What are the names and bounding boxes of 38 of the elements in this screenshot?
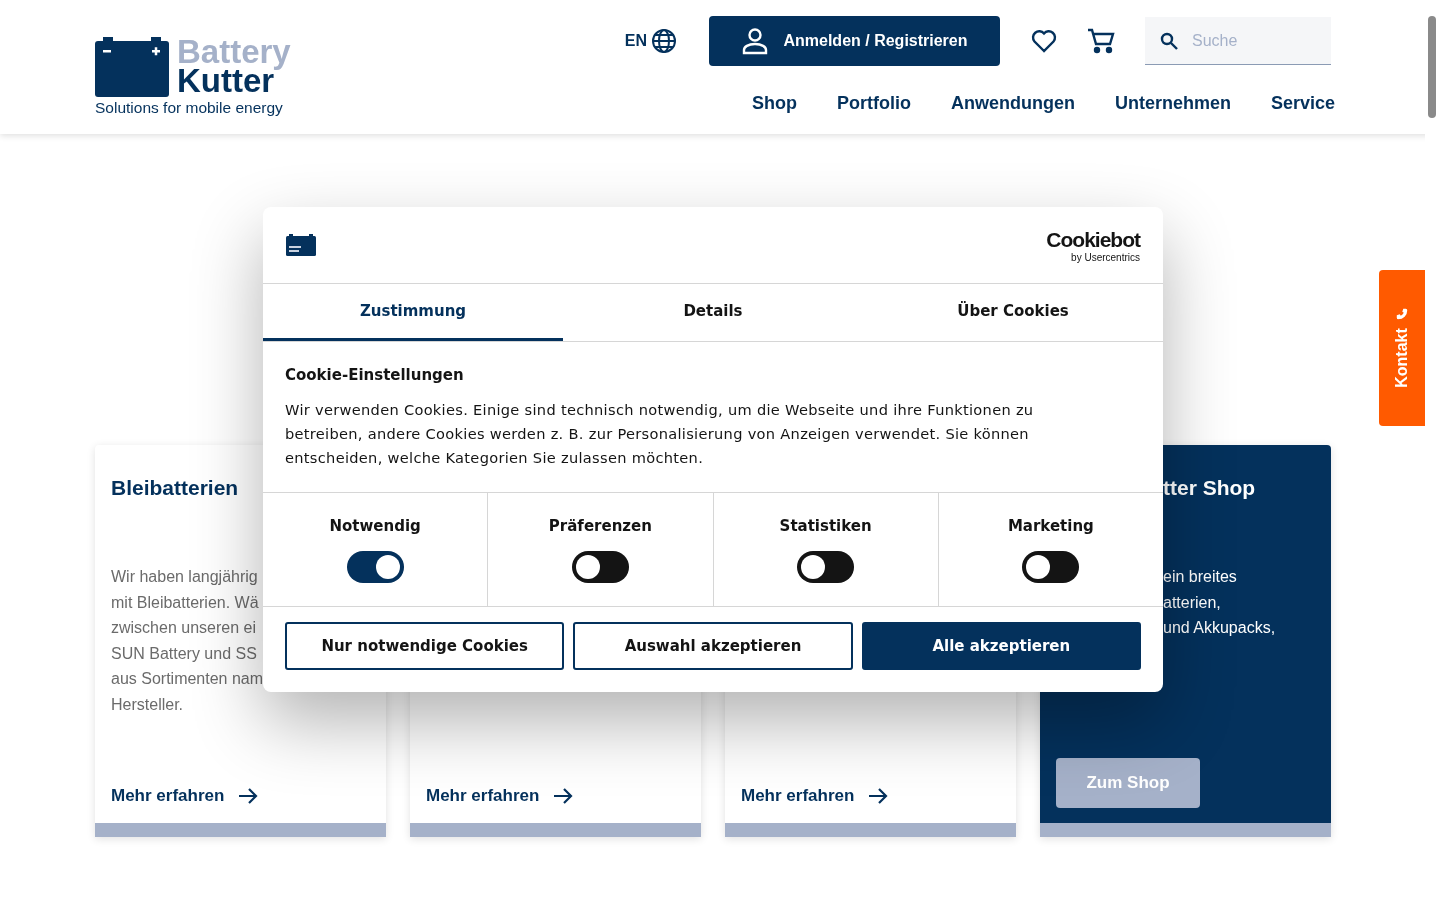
- nav-link[interactable]: Shop: [751, 93, 797, 114]
- more-link[interactable]: Mehr erfahren: [111, 786, 370, 806]
- more-link[interactable]: Mehr erfahren: [426, 786, 685, 806]
- login-button[interactable]: Anmelden / Registrieren: [709, 16, 1000, 66]
- more-link[interactable]: Mehr erfahren: [741, 786, 1000, 806]
- card-title: tter Shop: [1163, 476, 1257, 500]
- category-label: Präferenzen: [548, 516, 652, 535]
- category-label: Notwendig: [329, 516, 421, 535]
- card-text: Wir haben langjährig: [111, 567, 258, 587]
- card-title: Bleibatterien: [111, 476, 240, 500]
- dialog-tab[interactable]: Details: [563, 284, 863, 341]
- card-text: SUN Battery und SS: [111, 643, 257, 664]
- dialog-tab[interactable]: Zustimmung: [263, 284, 563, 341]
- nav-link[interactable]: Portfolio: [836, 93, 911, 114]
- consent-button[interactable]: Nur notwendige Cookies: [285, 622, 565, 670]
- card-text: mit Bleibatterien. Wä: [111, 592, 259, 613]
- language-link[interactable]: EN: [624, 32, 647, 50]
- cookiebot-logo: Cookiebot: [1046, 227, 1140, 252]
- logo-text: Kutter: [177, 66, 275, 95]
- card-text: aus Sortimenten nam: [111, 669, 264, 690]
- card-text: Hersteller.: [111, 694, 184, 715]
- search-field[interactable]: Suche: [1145, 17, 1331, 65]
- category-label: Statistiken: [779, 516, 872, 535]
- nav-link[interactable]: Anwendungen: [950, 93, 1075, 114]
- logo-tagline: Solutions for mobile energy: [95, 99, 284, 117]
- consent-button[interactable]: Alle akzeptieren: [861, 622, 1141, 670]
- nav-link[interactable]: Service: [1270, 93, 1335, 114]
- card-text: zwischen unseren ei: [111, 618, 256, 639]
- nav-link[interactable]: Unternehmen: [1114, 93, 1231, 114]
- category-label: Marketing: [1007, 516, 1094, 535]
- card-text: atterien,: [1163, 592, 1221, 613]
- dialog-tab[interactable]: Über Cookies: [863, 284, 1163, 341]
- cookiebot-byline: by Usercentrics: [1071, 251, 1140, 263]
- card-text: und Akkupacks,: [1163, 618, 1276, 639]
- dialog-heading: Cookie-Einstellungen: [285, 366, 465, 384]
- dialog-text: Wir verwenden Cookies. Einige sind technisch notwendig, um die Webseite und ihre Funktionen zu betreiben, andere Cookies werden z. B. zur Personalisierung von Anzeigen verwendet. Sie können entscheiden, welche Kategorien Sie zulassen möchten.: [285, 400, 1035, 468]
- consent-button[interactable]: Auswahl akzeptieren: [573, 622, 853, 670]
- card-text: ein breites: [1163, 567, 1237, 587]
